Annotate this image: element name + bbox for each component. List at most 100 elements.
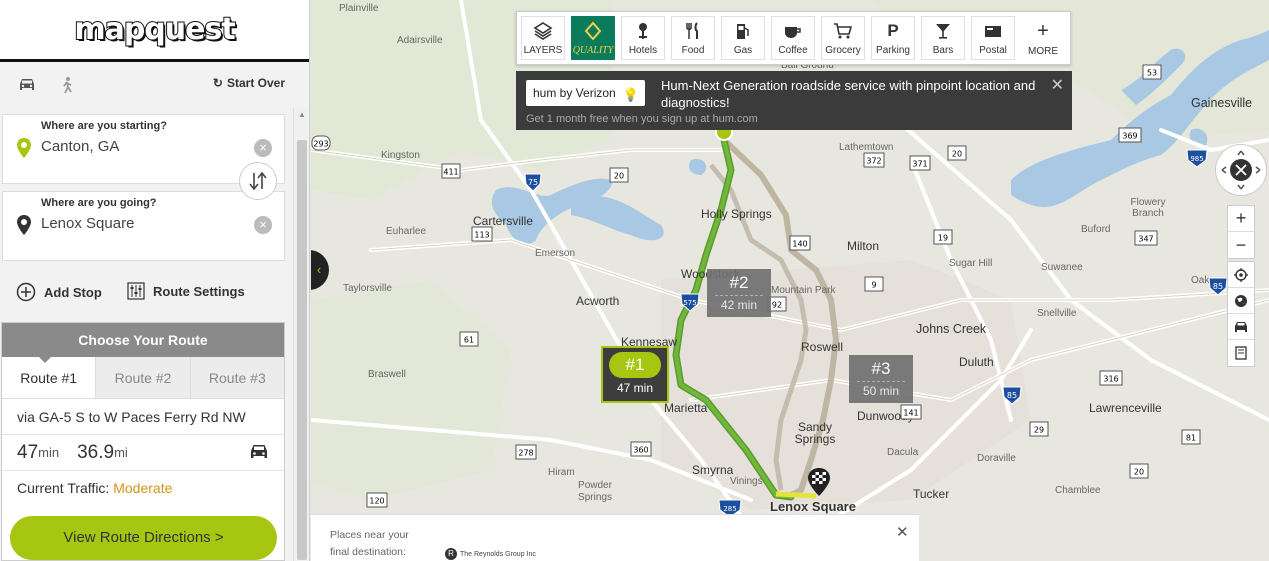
sidebar-scrollbar[interactable]: ▲ bbox=[293, 108, 309, 561]
map-label: Emerson bbox=[535, 248, 576, 259]
clear-end-icon[interactable]: × bbox=[254, 216, 272, 234]
layers-button[interactable]: LAYERS bbox=[521, 16, 565, 60]
svg-text:9: 9 bbox=[871, 281, 876, 290]
quality-label: QUALITY bbox=[572, 45, 614, 56]
interstate-shield: 85 bbox=[1207, 276, 1229, 301]
end-location-box[interactable]: Where are you going? × bbox=[2, 191, 285, 261]
highway-shield: 29 bbox=[1029, 421, 1049, 442]
grocery-icon bbox=[833, 17, 853, 45]
scroll-up-icon[interactable]: ▲ bbox=[298, 110, 306, 119]
highway-shield: 20 bbox=[609, 167, 629, 188]
quality-sponsor-button[interactable]: QUALITY bbox=[571, 16, 615, 60]
postal-icon bbox=[983, 17, 1003, 45]
zoom-out-button[interactable]: − bbox=[1228, 232, 1254, 258]
svg-text:120: 120 bbox=[369, 497, 384, 506]
route-2-callout[interactable]: #2 42 min bbox=[707, 269, 771, 317]
zoom-in-button[interactable]: + bbox=[1228, 206, 1254, 232]
car-mode-icon[interactable] bbox=[14, 74, 40, 96]
highway-shield: 140 bbox=[789, 235, 811, 256]
ad-banner[interactable]: hum by Verizon 💡 Hum-Next Generation roa… bbox=[516, 71, 1072, 130]
business-logo-icon: R bbox=[445, 548, 457, 560]
highway-shield: 278 bbox=[515, 444, 537, 465]
bars-button[interactable]: Bars bbox=[921, 16, 965, 60]
highway-shield: 81 bbox=[1181, 429, 1201, 450]
car-icon bbox=[248, 443, 270, 466]
map-canvas[interactable]: Plainville Adairsville Kingston Cartersv… bbox=[311, 0, 1269, 561]
mapquest-logo[interactable]: mapquest bbox=[0, 0, 309, 62]
map-label: Braswell bbox=[368, 369, 406, 380]
parking-button[interactable]: P Parking bbox=[871, 16, 915, 60]
globe-button[interactable] bbox=[1228, 288, 1254, 314]
view-route-directions-button[interactable]: View Route Directions > bbox=[10, 516, 277, 560]
compass-control[interactable] bbox=[1215, 144, 1267, 196]
route-panel: Choose Your Route Route #1 Route #2 Rout… bbox=[1, 322, 285, 561]
tab-route-1[interactable]: Route #1 bbox=[2, 356, 97, 398]
map-label: Roswell bbox=[801, 340, 844, 354]
route-settings-button[interactable]: Route Settings bbox=[127, 282, 245, 300]
route-stats: 47 min 36.9 mi bbox=[2, 435, 284, 471]
svg-text:140: 140 bbox=[792, 240, 807, 249]
close-places-icon[interactable]: ✕ bbox=[896, 523, 909, 541]
sidebar-scroll-thumb[interactable] bbox=[297, 140, 307, 560]
hotels-button[interactable]: Hotels bbox=[621, 16, 665, 60]
route-1-time: 47 min bbox=[616, 381, 654, 395]
current-traffic: Current Traffic: Moderate bbox=[2, 471, 284, 505]
more-label: MORE bbox=[1028, 46, 1058, 57]
start-label: Where are you starting? bbox=[41, 120, 167, 132]
svg-text:285: 285 bbox=[723, 505, 736, 513]
food-icon bbox=[684, 17, 702, 45]
walk-mode-icon[interactable] bbox=[54, 74, 80, 96]
undo-icon: ↻ bbox=[212, 76, 223, 90]
route-1-callout[interactable]: #1 47 min bbox=[601, 346, 669, 403]
map-label: Johns Creek bbox=[916, 322, 987, 336]
start-over-label: Start Over bbox=[226, 76, 285, 90]
tab-route-3[interactable]: Route #3 bbox=[190, 357, 284, 398]
ad-brand-logo: hum by Verizon 💡 bbox=[526, 80, 645, 106]
highway-shield: 360 bbox=[630, 441, 652, 462]
hotel-icon bbox=[635, 17, 651, 45]
route-settings-label: Route Settings bbox=[153, 283, 245, 299]
svg-text:81: 81 bbox=[1186, 434, 1196, 443]
food-button[interactable]: Food bbox=[671, 16, 715, 60]
route-3-time: 50 min bbox=[857, 381, 905, 398]
svg-text:20: 20 bbox=[952, 150, 962, 159]
highway-shield: 141 bbox=[900, 404, 922, 425]
more-button[interactable]: + MORE bbox=[1021, 16, 1065, 60]
gas-button[interactable]: Gas bbox=[721, 16, 765, 60]
map-label: Taylorsville bbox=[343, 283, 392, 294]
route-3-callout[interactable]: #3 50 min bbox=[849, 355, 913, 403]
coffee-button[interactable]: Coffee bbox=[771, 16, 815, 60]
highway-shield: 316 bbox=[1099, 370, 1123, 391]
bars-label: Bars bbox=[932, 45, 954, 56]
start-input[interactable] bbox=[41, 138, 251, 155]
route-distance-value: 36.9 bbox=[77, 441, 115, 463]
business-listing[interactable]: R The Reynolds Group Inc bbox=[445, 548, 536, 560]
start-over-button[interactable]: ↻ Start Over bbox=[213, 76, 285, 90]
add-stop-button[interactable]: Add Stop bbox=[16, 282, 102, 302]
traffic-button[interactable] bbox=[1228, 314, 1254, 340]
swap-locations-button[interactable] bbox=[239, 162, 277, 200]
food-label: Food bbox=[681, 45, 705, 56]
destination-label: Lenox Square bbox=[770, 499, 856, 514]
end-input[interactable] bbox=[41, 215, 251, 232]
ad-close-icon[interactable]: ✕ bbox=[1051, 75, 1064, 95]
clear-start-icon[interactable]: × bbox=[254, 139, 272, 157]
svg-text:113: 113 bbox=[474, 231, 489, 240]
postal-button[interactable]: Postal bbox=[971, 16, 1015, 60]
highway-shield: 369 bbox=[1118, 127, 1142, 148]
highway-shield: 411 bbox=[441, 163, 461, 184]
tab-route-2[interactable]: Route #2 bbox=[96, 357, 191, 398]
svg-text:29: 29 bbox=[1034, 426, 1044, 435]
hotels-label: Hotels bbox=[628, 45, 658, 56]
map-label: Euharlee bbox=[386, 226, 427, 237]
route-time-unit: min bbox=[38, 445, 60, 460]
print-button[interactable] bbox=[1228, 340, 1254, 366]
map-label: Powder Springs bbox=[578, 480, 612, 503]
locate-me-button[interactable] bbox=[1228, 262, 1254, 288]
svg-text:347: 347 bbox=[1138, 235, 1153, 244]
coffee-label: Coffee bbox=[778, 45, 808, 56]
map-label: Lawrenceville bbox=[1089, 401, 1162, 415]
ad-brand: hum by Verizon bbox=[533, 86, 616, 100]
grocery-button[interactable]: Grocery bbox=[821, 16, 865, 60]
end-label: Where are you going? bbox=[41, 197, 157, 209]
